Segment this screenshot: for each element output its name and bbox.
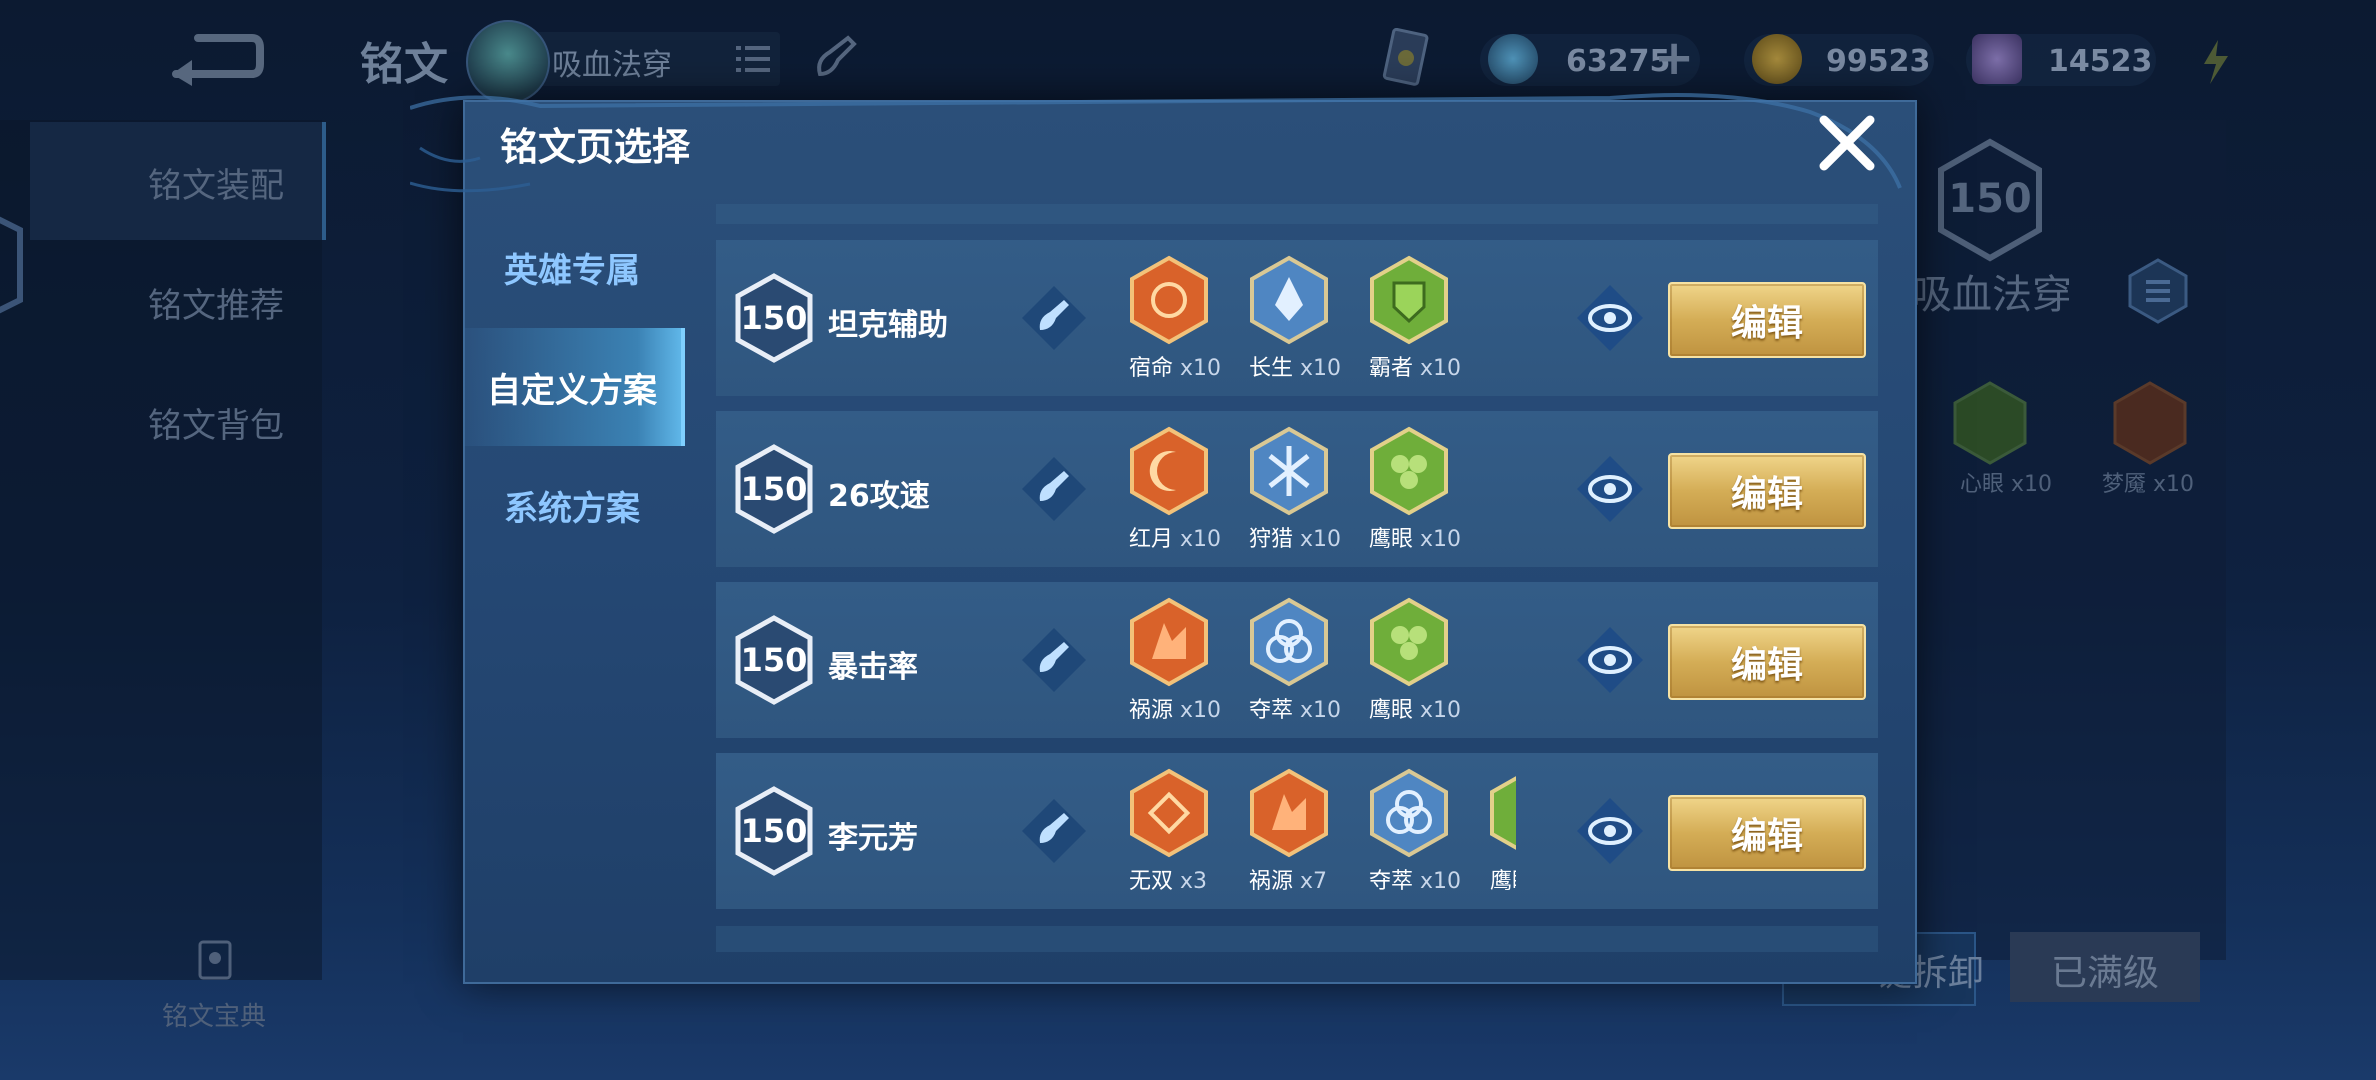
hexagon-decoration-icon [0,216,23,314]
edit-button[interactable]: 编辑 [1668,624,1866,700]
rune-label: 夺萃 x10 [1369,869,1462,894]
rune-icon [1250,597,1328,687]
eye-icon[interactable] [1575,796,1645,866]
rune-icon [1250,426,1328,516]
rune-label: 霸者 x10 [1369,356,1462,381]
menu-icon [2128,258,2188,324]
rune-page-row-partial [716,926,1878,952]
rune-icon [1130,255,1208,345]
back-arrow-icon[interactable] [168,30,264,86]
rune-icon [1250,255,1328,345]
tab-system-plan[interactable]: 系统方案 [463,446,681,564]
rune-icon [1490,776,1516,850]
background-sidebar [0,120,322,980]
dialog-title: 铭文页选择 [500,125,691,169]
page-level: 150 [740,812,808,850]
rune-icon [1130,426,1208,516]
page-level: 150 [740,641,808,679]
rune-icon [2113,381,2187,465]
plus-icon[interactable]: + [1654,30,1694,86]
background-sidebar-item: 铭文装配 [148,166,284,206]
edit-button[interactable]: 编辑 [1668,795,1866,871]
list-icon [736,46,770,72]
rune-label: 鹰眼 x10 [1369,527,1462,552]
page-name: 坦克辅助 [828,308,948,343]
page-name: 李元芳 [828,821,918,856]
rune-label: 鹰眼 x10 [1369,698,1462,723]
codex-label: 铭文宝典 [162,1002,267,1032]
tab-custom-plan[interactable]: 自定义方案 [463,328,685,446]
background-page-label: 吸血法穿 [552,48,672,83]
resource-value: 99523 [1826,44,1931,79]
rune-overflow-clip: 鹰眼 x10 [1486,768,1516,898]
coin-icon [1752,34,1802,84]
rune-icon [1370,597,1448,687]
tab-hero-exclusive[interactable]: 英雄专属 [463,208,681,326]
rune-label: 宿命 x10 [1129,356,1222,381]
rune-icon [1370,768,1448,858]
maxed-label: 已满级 [2050,953,2159,994]
eye-icon[interactable] [1575,454,1645,524]
background-sidebar-item: 铭文推荐 [148,286,284,326]
edit-button[interactable]: 编辑 [1668,282,1866,358]
brush-icon[interactable] [1020,797,1088,865]
close-icon[interactable] [1816,112,1878,174]
background-rune-label: 梦魇 x10 [2102,472,2195,497]
crystal-icon [1972,34,2022,84]
rune-label: 祸源 x7 [1249,869,1328,894]
brush-icon [817,35,857,77]
rune-icon [1370,255,1448,345]
brush-icon[interactable] [1020,626,1088,694]
background-level: 150 [1948,176,2032,222]
page-level: 150 [740,470,808,508]
rune-icon [1250,768,1328,858]
rune-label: 长生 x10 [1249,356,1342,381]
background-page-name: 吸血法穿 [1912,272,2072,318]
rune-label: 无双 x3 [1129,869,1208,894]
rune-label: 鹰眼 x10 [1490,869,1516,894]
rune-label: 祸源 x10 [1129,698,1222,723]
list-top-edge [716,204,1878,224]
lightning-icon [2204,40,2228,84]
rune-icon [1130,597,1208,687]
eye-icon[interactable] [1575,283,1645,353]
brush-icon[interactable] [1020,455,1088,523]
rune-icon [1370,426,1448,516]
rune-icon [1953,381,2027,465]
page-name: 暴击率 [828,650,918,685]
page-name: 26攻速 [828,479,930,514]
rune-icon [1130,768,1208,858]
background-sidebar-item: 铭文背包 [148,406,284,446]
page-level: 150 [740,299,808,337]
eye-icon[interactable] [1575,625,1645,695]
background-rune-label: 心眼 x10 [1960,472,2053,497]
rune-label: 狩猎 x10 [1249,527,1342,552]
background-title: 铭文 [360,39,448,90]
gem-icon [1488,34,1538,84]
resource-value: 14523 [2048,44,2153,79]
card-icon [1382,28,1429,86]
edit-button[interactable]: 编辑 [1668,453,1866,529]
rune-label: 夺萃 x10 [1249,698,1342,723]
brush-icon[interactable] [1020,284,1088,352]
rune-label: 红月 x10 [1129,527,1222,552]
codex-icon [198,940,232,980]
